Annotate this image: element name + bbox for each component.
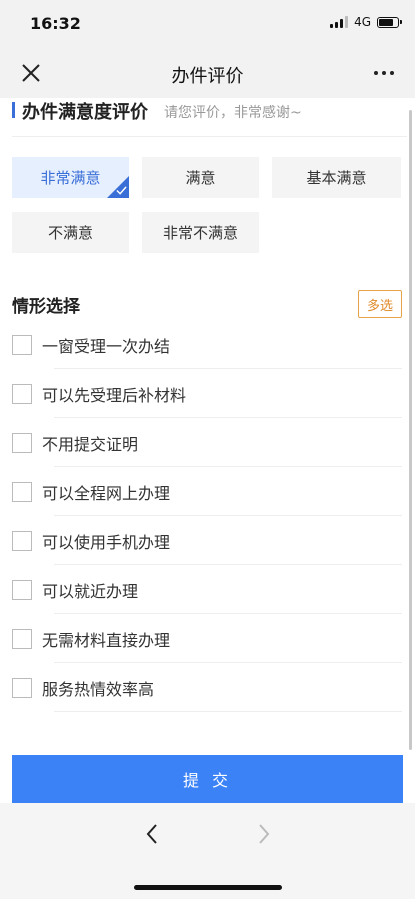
situation-checkbox-row[interactable]: 不用提交证明 — [12, 419, 402, 467]
more-button[interactable] — [369, 64, 399, 82]
page-title: 办件评价 — [171, 66, 244, 87]
divider — [54, 417, 402, 418]
situation-checkbox-row[interactable]: 服务热情效率高 — [12, 664, 402, 712]
more-dot-icon — [382, 71, 386, 75]
checkbox[interactable] — [12, 678, 32, 698]
status-icons: 4G — [330, 15, 402, 29]
situation-checkbox-row[interactable]: 可以全程网上办理 — [12, 468, 402, 516]
situation-label: 可以先受理后补材料 — [42, 386, 187, 405]
rating-option-satisfied[interactable]: 满意 — [142, 157, 259, 198]
divider — [54, 711, 402, 712]
checkbox[interactable] — [12, 335, 32, 355]
situation-header: 情形选择 多选 — [12, 288, 407, 322]
network-label: 4G — [354, 15, 371, 29]
rating-option-label: 非常满意 — [40, 169, 101, 187]
situation-label: 可以全程网上办理 — [42, 484, 171, 503]
chevron-left-icon — [146, 824, 157, 844]
situation-checkbox-row[interactable]: 无需材料直接办理 — [12, 615, 402, 663]
status-bar: 16:32 4G — [0, 0, 415, 48]
rating-header: 办件满意度评价 请您评价，非常感谢~ — [12, 98, 407, 137]
situation-label: 可以使用手机办理 — [42, 533, 171, 552]
divider — [54, 515, 402, 516]
rating-hint: 请您评价，非常感谢~ — [164, 105, 302, 121]
situation-title: 情形选择 — [12, 297, 80, 317]
more-dot-icon — [374, 71, 378, 75]
nav-bar: 办件评价 — [0, 48, 415, 98]
forward-button[interactable] — [250, 817, 278, 851]
rating-option-unsatisfied[interactable]: 不满意 — [12, 212, 129, 253]
rating-option-label: 基本满意 — [306, 169, 367, 187]
divider — [54, 613, 402, 614]
checkbox[interactable] — [12, 384, 32, 404]
situation-label: 不用提交证明 — [42, 435, 139, 454]
signal-icon — [330, 16, 349, 28]
rating-option-very-satisfied[interactable]: 非常满意 — [12, 157, 129, 198]
home-indicator — [134, 885, 282, 890]
rating-option-label: 满意 — [185, 169, 216, 187]
divider — [54, 662, 402, 663]
checkbox[interactable] — [12, 580, 32, 600]
rating-option-label: 非常不满意 — [162, 224, 238, 242]
check-icon — [116, 186, 127, 195]
submit-button[interactable]: 提 交 — [12, 755, 403, 803]
chevron-right-icon — [259, 824, 270, 844]
status-time: 16:32 — [30, 14, 81, 33]
battery-icon — [377, 16, 402, 28]
situation-checkbox-row[interactable]: 一窗受理一次办结 — [12, 321, 402, 369]
rating-option-label: 不满意 — [47, 224, 93, 242]
situation-label: 无需材料直接办理 — [42, 631, 171, 650]
checkbox[interactable] — [12, 629, 32, 649]
situation-checkbox-row[interactable]: 可以使用手机办理 — [12, 517, 402, 565]
back-button[interactable] — [138, 817, 166, 851]
situation-checkbox-row[interactable]: 可以就近办理 — [12, 566, 402, 614]
situation-label: 可以就近办理 — [42, 582, 139, 601]
situation-label: 服务热情效率高 — [42, 680, 155, 699]
multi-select-badge: 多选 — [358, 290, 402, 318]
rating-option-very-unsatisfied[interactable]: 非常不满意 — [142, 212, 259, 253]
situation-label: 一窗受理一次办结 — [42, 337, 171, 356]
more-dot-icon — [390, 71, 394, 75]
divider — [54, 564, 402, 565]
rating-option-basically-satisfied[interactable]: 基本满意 — [272, 157, 401, 198]
divider — [54, 368, 402, 369]
accent-bar — [12, 102, 15, 118]
checkbox[interactable] — [12, 531, 32, 551]
situation-checkbox-row[interactable]: 可以先受理后补材料 — [12, 370, 402, 418]
browser-toolbar — [0, 803, 415, 899]
rating-title: 办件满意度评价 — [22, 102, 148, 123]
divider — [54, 466, 402, 467]
scrollbar[interactable] — [409, 110, 412, 750]
checkbox[interactable] — [12, 433, 32, 453]
checkbox[interactable] — [12, 482, 32, 502]
